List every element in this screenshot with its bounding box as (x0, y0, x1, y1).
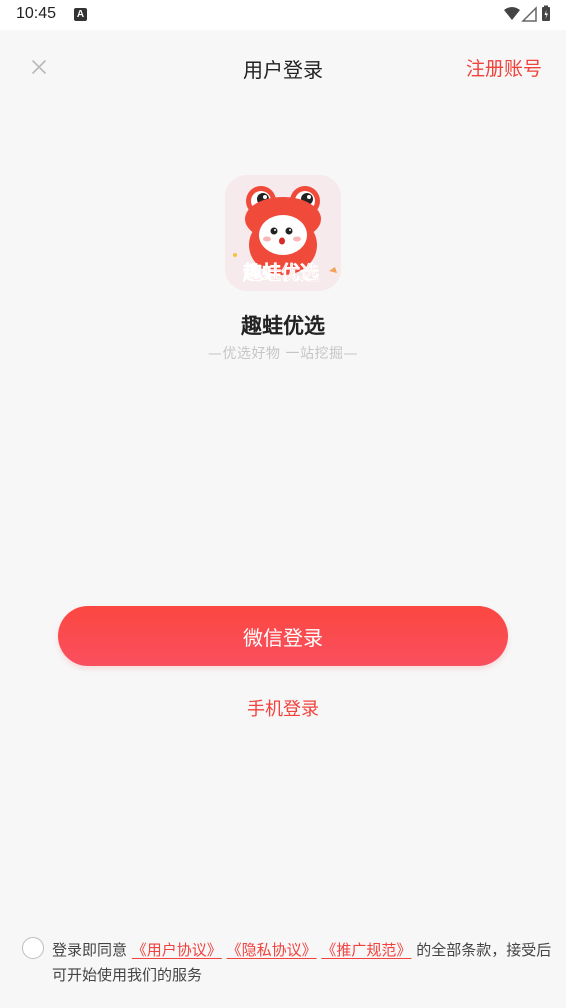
register-account-link[interactable]: 注册账号 (466, 54, 542, 81)
user-agreement-link[interactable]: 《用户协议》 (132, 941, 222, 959)
header: 用户登录 注册账号 (0, 30, 566, 106)
phone-login-link[interactable]: 手机登录 (0, 695, 566, 721)
status-time: 10:45 (16, 5, 57, 22)
promotion-rules-link[interactable]: 《推广规范》 (321, 941, 411, 959)
agreement-checkbox[interactable] (22, 937, 44, 959)
signal-icon (521, 6, 537, 22)
app-slogan: —优选好物 一站挖掘— (208, 346, 358, 362)
privacy-agreement-link[interactable]: 《隐私协议》 (227, 941, 317, 959)
agreement-text: 登录即同意 《用户协议》 《隐私协议》 《推广规范》 的全部条款，接受后可开始使… (52, 938, 552, 988)
wechat-login-button[interactable]: 微信登录 (58, 606, 508, 666)
app-name: 趣蛙优选 (241, 314, 325, 338)
status-icons (502, 5, 552, 25)
status-bar: 10:45 A (0, 0, 566, 30)
logo-text: 趣蛙优选 (242, 261, 319, 284)
agreement-prefix: 登录即同意 (52, 941, 128, 959)
wifi-icon (504, 7, 520, 20)
battery-icon (542, 5, 550, 21)
notification-icon: A (74, 8, 87, 21)
app-logo: 趣蛙优选 (225, 175, 341, 291)
